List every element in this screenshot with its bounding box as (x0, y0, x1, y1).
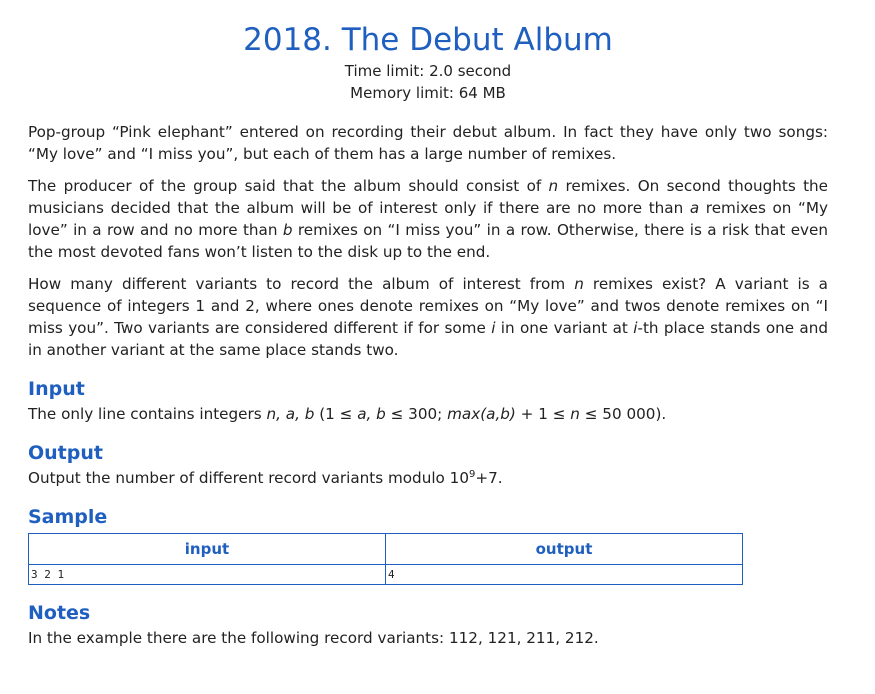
problem-page: 2018. The Debut Album Time limit: 2.0 se… (28, 20, 828, 649)
limits: Time limit: 2.0 second Memory limit: 64 … (28, 60, 828, 104)
table-row: 3 2 1 4 (28, 564, 743, 585)
memory-limit: Memory limit: 64 MB (350, 84, 506, 102)
notes-text: In the example there are the following r… (28, 629, 599, 647)
sample-input-header: input (28, 533, 386, 565)
sample-heading: Sample (28, 506, 108, 528)
input-description: The only line contains integers n, a, b … (28, 405, 667, 423)
sample-output-value: 4 (385, 564, 743, 585)
time-limit: Time limit: 2.0 second (344, 62, 512, 80)
sample-table: input output 3 2 1 4 (28, 533, 743, 585)
output-heading: Output (28, 442, 103, 464)
problem-title: 2018. The Debut Album (243, 22, 613, 58)
sample-output-header: output (385, 533, 743, 565)
output-description: Output the number of different record va… (28, 469, 503, 487)
problem-statement: Pop-group “Pink elephant” entered on rec… (28, 121, 828, 361)
statement-paragraph-2: The producer of the group said that the … (28, 177, 829, 261)
sample-input-value: 3 2 1 (28, 564, 386, 585)
statement-paragraph-1: Pop-group “Pink elephant” entered on rec… (28, 123, 828, 163)
sample-header-row: input output (28, 533, 743, 565)
input-heading: Input (28, 378, 85, 400)
notes-heading: Notes (28, 602, 91, 624)
statement-paragraph-3: How many different variants to record th… (28, 275, 829, 359)
